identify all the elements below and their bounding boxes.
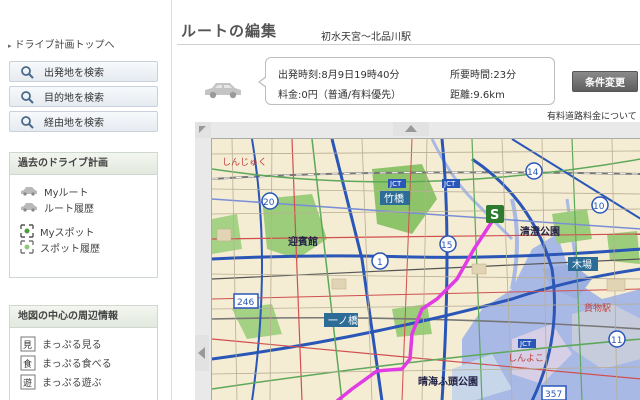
title-divider	[177, 44, 640, 45]
guide-see-icon: 見	[20, 336, 36, 351]
route-shield-14: 14	[527, 168, 539, 178]
route-name: 初水天宮〜北品川駅	[321, 32, 411, 43]
search-icon	[20, 115, 34, 129]
jct-label-1: JCT	[389, 180, 402, 188]
route-shield-357: 357	[545, 390, 562, 400]
map-label-shinjo: しんよこ	[508, 353, 544, 364]
svg-text:食: 食	[23, 358, 32, 370]
past-drive-plans-title: 過去のドライブ計画	[10, 153, 157, 175]
spot-history-label: スポット履歴	[40, 243, 100, 255]
search-departure-label: 出発地を検索	[44, 68, 104, 79]
route-history-link[interactable]: ルート履歴	[10, 199, 157, 215]
caret-right-icon: ▸	[8, 42, 12, 50]
drive-plan-top-link[interactable]: ▸ ドライブ計画トップへ	[8, 36, 115, 51]
map-label-kiyosumi: 清澄公園	[520, 225, 560, 238]
spot-icon	[20, 224, 34, 238]
route-shield-246: 246	[237, 298, 254, 308]
route-info-box: 出発時刻:8月9日19時40分 所要時間:23分 料金:0円（普通/有料優先） …	[258, 57, 555, 105]
route-shield-20: 20	[263, 198, 275, 208]
search-departure-button[interactable]: 出発地を検索	[9, 61, 158, 82]
route-history-label: ルート履歴	[44, 203, 94, 215]
map-label-takebashi: 竹橋	[384, 192, 404, 205]
departure-time: 出発時刻:8月9日19時40分	[278, 70, 400, 81]
spot-icon	[20, 240, 34, 254]
pan-northwest-button[interactable]	[195, 122, 211, 138]
map-label-harumi: 晴海ふ頭公園	[418, 375, 478, 388]
my-route-link[interactable]: Myルート	[10, 183, 157, 199]
arrow-northwest-icon	[199, 126, 206, 133]
search-waypoint-button[interactable]: 経由地を検索	[9, 111, 158, 132]
jct-label-3: JCT	[519, 340, 532, 348]
guide-eat-icon: 食	[20, 355, 36, 370]
map-label-kamotsueki: 貨物駅	[584, 302, 611, 314]
guide-play-icon: 遊	[20, 374, 36, 389]
pan-north-button[interactable]	[393, 122, 429, 136]
car-icon	[21, 187, 37, 196]
svg-text:見: 見	[23, 340, 32, 351]
search-icon	[20, 65, 34, 79]
distance: 距離:9.6km	[450, 90, 505, 101]
drive-plan-top-link-label: ドライブ計画トップへ	[14, 40, 115, 51]
mapple-play-link[interactable]: 遊 まっぷる遊ぶ	[10, 372, 157, 391]
change-conditions-button[interactable]: 条件変更	[572, 71, 638, 92]
map-label-geihinkan: 迎賓館	[288, 235, 318, 248]
search-destination-label: 目的地を検索	[44, 93, 104, 104]
duration: 所要時間:23分	[450, 70, 517, 81]
toll-fee-link[interactable]: 有料道路料金について	[547, 109, 637, 122]
drive-planner-app: ▸ ドライブ計画トップへ 出発地を検索 目的地を検索 経由地を検索 過去のドライブ…	[0, 0, 640, 400]
map-label-ichinohashi: 一ノ橋	[328, 314, 358, 327]
mapple-eat-label: まっぷる食べる	[42, 359, 112, 370]
map-label-kiba: 木場	[572, 258, 592, 271]
route-shield-11: 11	[611, 336, 622, 346]
map-label-shinjuku: しんじゅく	[222, 157, 267, 168]
route-shield-15: 15	[441, 241, 452, 251]
svg-text:遊: 遊	[23, 377, 32, 389]
mapple-see-label: まっぷる見る	[42, 340, 102, 351]
route-shield-1: 1	[377, 258, 383, 268]
route-shield-10: 10	[593, 202, 605, 212]
my-spot-label: Myスポット	[40, 227, 95, 239]
arrow-left-icon	[198, 347, 205, 359]
car-icon	[205, 83, 241, 99]
spot-history-link[interactable]: スポット履歴	[10, 239, 157, 255]
search-icon	[20, 90, 34, 104]
search-destination-button[interactable]: 目的地を検索	[9, 86, 158, 107]
search-waypoint-label: 経由地を検索	[44, 118, 104, 129]
nearby-info-panel: 地図の中心の周辺情報 見 まっぷる見る 食 まっぷる食べる 遊 まっぷる遊ぶ	[9, 305, 158, 400]
mapple-play-label: まっぷる遊ぶ	[42, 378, 102, 389]
my-route-label: Myルート	[44, 187, 89, 199]
my-spot-link[interactable]: Myスポット	[10, 223, 157, 239]
car-icon	[21, 203, 37, 212]
jct-label-2: JCT	[443, 180, 456, 188]
map-canvas: S JCT JCT JCT 竹橋 迎賓館 清澄公園 木場 一ノ橋 晴海ふ頭公園 …	[212, 139, 640, 400]
callout-tail-fill	[260, 77, 267, 87]
sidebar: ▸ ドライブ計画トップへ 出発地を検索 目的地を検索 経由地を検索 過去のドライブ…	[0, 0, 172, 400]
past-drive-plans-panel: 過去のドライブ計画 Myルート ルート履歴 Myスポット スポット履歴	[9, 152, 158, 278]
fare: 料金:0円（普通/有料優先）	[278, 90, 402, 101]
page-title: ルートの編集	[181, 22, 278, 40]
start-marker-label: S	[490, 208, 499, 223]
main-content: ルートの編集 初水天宮〜北品川駅 出発時刻:8月9日19時40分 所要時間:23…	[173, 0, 640, 400]
mapple-see-link[interactable]: 見 まっぷる見る	[10, 334, 157, 353]
mapple-eat-link[interactable]: 食 まっぷる食べる	[10, 353, 157, 372]
pan-west-button[interactable]	[195, 335, 209, 371]
route-map[interactable]: S JCT JCT JCT 竹橋 迎賓館 清澄公園 木場 一ノ橋 晴海ふ頭公園 …	[211, 138, 640, 400]
nearby-info-title: 地図の中心の周辺情報	[10, 306, 157, 328]
arrow-up-icon	[405, 125, 417, 132]
